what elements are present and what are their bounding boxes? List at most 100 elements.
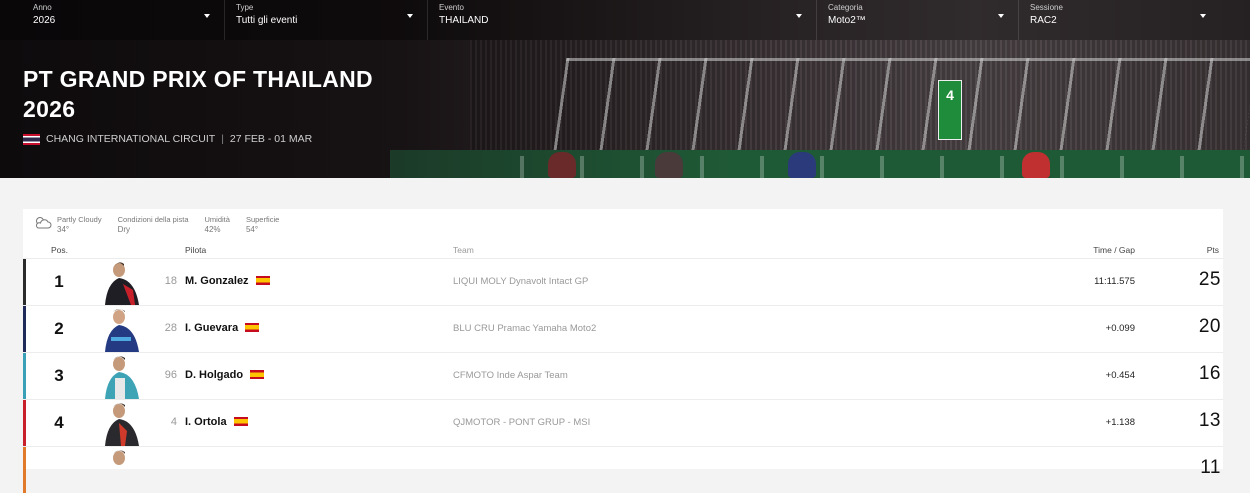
team-name: QJMOTOR - PONT GRUP - MSI: [453, 417, 591, 428]
event-hero: 4 Anno 2026 Type Tutti gli eventi Evento…: [0, 0, 1250, 178]
points: 11: [1200, 457, 1221, 478]
spain-flag-icon: [245, 323, 260, 332]
race-time: 11:11.575: [1094, 276, 1135, 287]
race-gap: +0.099: [1105, 323, 1135, 334]
spain-flag-icon: [250, 370, 265, 379]
points: 25: [1198, 269, 1221, 290]
surface-temp-label: Superficie: [245, 215, 280, 224]
position: 2: [54, 319, 64, 338]
filter-year-select[interactable]: Anno 2026: [0, 0, 225, 40]
points: 13: [1198, 410, 1221, 431]
filter-value: 2026: [33, 15, 56, 26]
filter-value: Tutti gli eventi: [236, 15, 298, 26]
filter-label: Evento: [439, 3, 464, 12]
rider-silhouette-icon: [788, 152, 816, 178]
rider-number: 28: [164, 322, 177, 334]
partly-cloudy-icon: [36, 217, 52, 229]
circuit-name: CHANG INTERNATIONAL CIRCUIT: [46, 133, 216, 145]
rider-name[interactable]: D. Holgado: [185, 369, 243, 381]
rider-silhouette-icon: [548, 152, 576, 178]
rider-number: 4: [170, 416, 177, 428]
track-condition: Condizioni della pista Dry: [118, 215, 189, 235]
race-gap: +0.454: [1105, 370, 1135, 381]
column-header-rider: Pilota: [185, 245, 207, 255]
team-name: BLU CRU Pramac Yamaha Moto2: [453, 323, 597, 334]
weather-bar: Partly Cloudy 34° Condizioni della pista…: [33, 215, 295, 235]
rider-photo-icon: [105, 262, 139, 305]
hero-ad-line: [520, 156, 1250, 178]
rider-name-cell[interactable]: I. Ortola: [185, 416, 248, 428]
team-color-bar: [23, 259, 26, 305]
filter-label: Sessione: [1030, 3, 1063, 12]
column-header-pts: Pts: [1206, 245, 1219, 255]
rider-photo-icon: [105, 309, 139, 352]
chevron-down-icon: [1200, 14, 1206, 18]
table-row[interactable]: 1 18 M. Gonzalez LIQUI MOLY Dynavolt Int…: [23, 258, 1223, 305]
filter-session-select[interactable]: Sessione RAC2: [1019, 0, 1220, 40]
rider-number: 18: [164, 275, 177, 287]
team-color-bar: [23, 353, 26, 399]
table-row[interactable]: 2 28 I. Guevara BLU CRU Pramac Yamaha Mo…: [23, 305, 1223, 352]
team-name: LIQUI MOLY Dynavolt Intact GP: [453, 276, 589, 287]
surface-temp-value: 54°: [245, 225, 259, 234]
humidity-label: Umidità: [204, 215, 230, 224]
position: 4: [54, 413, 64, 432]
track-condition-value: Dry: [117, 225, 131, 234]
filter-label: Categoria: [828, 3, 863, 12]
table-row[interactable]: 11: [23, 446, 1223, 493]
track-condition-label: Condizioni della pista: [117, 215, 189, 224]
rider-silhouette-icon: [1022, 152, 1050, 178]
filter-category-select[interactable]: Categoria Moto2™: [817, 0, 1019, 40]
column-header-team: Team: [453, 245, 474, 255]
rider-number: 96: [164, 369, 177, 381]
team-color-bar: [23, 306, 26, 352]
team-name: CFMOTO Inde Aspar Team: [453, 370, 568, 381]
team-color-bar: [23, 447, 26, 493]
filter-event-select[interactable]: Evento THAILAND: [428, 0, 817, 40]
filter-bar: Anno 2026 Type Tutti gli eventi Evento T…: [0, 0, 1250, 40]
rider-name-cell[interactable]: D. Holgado: [185, 369, 265, 381]
rider-name-cell[interactable]: M. Gonzalez: [185, 275, 270, 287]
column-header-pos: Pos.: [51, 245, 69, 255]
position: 3: [54, 366, 64, 385]
event-title-year: 2026: [23, 96, 76, 122]
rider-name[interactable]: I. Guevara: [185, 322, 238, 334]
event-title: PT GRAND PRIX OF THAILAND 2026: [23, 64, 373, 124]
filter-label: Anno: [33, 3, 52, 12]
filter-label: Type: [236, 3, 254, 12]
rider-name[interactable]: I. Ortola: [185, 416, 227, 428]
rider-silhouette-icon: [655, 152, 683, 178]
rider-photo-icon: [105, 403, 139, 446]
event-title-line: PT GRAND PRIX OF THAILAND: [23, 66, 373, 92]
chevron-down-icon: [796, 14, 802, 18]
rider-name-cell[interactable]: I. Guevara: [185, 322, 260, 334]
meta-separator: |: [221, 133, 224, 145]
column-header-time: Time / Gap: [1093, 245, 1135, 255]
weather-condition: Partly Cloudy 34°: [57, 215, 102, 235]
event-meta: CHANG INTERNATIONAL CIRCUIT | 27 FEB - 0…: [23, 133, 312, 145]
team-color-bar: [23, 400, 26, 446]
weather-condition-label: Partly Cloudy: [57, 215, 102, 224]
hero-fence-background: [553, 58, 1250, 150]
filter-value: RAC2: [1030, 15, 1057, 26]
race-gap: +1.138: [1105, 417, 1135, 428]
filter-type-select[interactable]: Type Tutti gli eventi: [225, 0, 428, 40]
table-row[interactable]: 3 96 D. Holgado CFMOTO Inde Aspar Team +…: [23, 352, 1223, 399]
humidity: Umidità 42%: [205, 215, 230, 235]
spain-flag-icon: [233, 417, 248, 426]
spain-flag-icon: [255, 276, 270, 285]
event-dates: 27 FEB - 01 MAR: [229, 133, 313, 145]
results-card: Partly Cloudy 34° Condizioni della pista…: [23, 209, 1223, 493]
filter-value: Moto2™: [828, 15, 866, 26]
thailand-flag-icon: [23, 133, 40, 145]
points: 20: [1198, 316, 1221, 337]
table-row[interactable]: 4 4 I. Ortola QJMOTOR - PONT GRUP - MSI …: [23, 399, 1223, 446]
chevron-down-icon: [998, 14, 1004, 18]
chevron-down-icon: [204, 14, 210, 18]
rider-photo-icon: [113, 450, 125, 465]
rider-photo-icon: [105, 356, 139, 399]
filter-value: THAILAND: [439, 15, 489, 26]
air-temp-value: 34°: [57, 225, 70, 234]
surface-temp: Superficie 54°: [246, 215, 279, 235]
rider-name[interactable]: M. Gonzalez: [185, 275, 249, 287]
